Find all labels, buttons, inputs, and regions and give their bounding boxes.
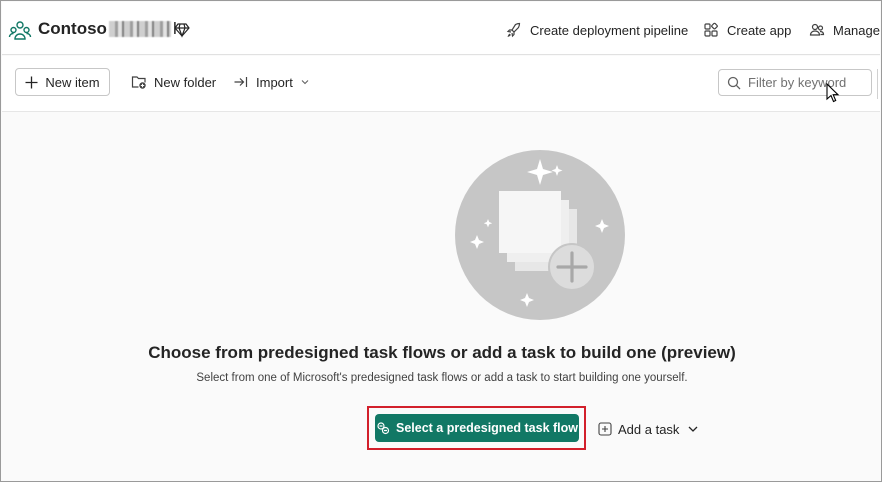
- add-circle-icon: [548, 243, 596, 291]
- select-predesigned-task-flow-label: Select a predesigned task flow: [395, 421, 578, 435]
- app-window: Contoso l Create deployment pipeline Cre…: [0, 0, 882, 482]
- create-app-button[interactable]: Create app: [703, 22, 791, 38]
- manage-access-button[interactable]: Manage: [809, 22, 880, 38]
- create-deployment-pipeline-label: Create deployment pipeline: [530, 22, 689, 38]
- workspace-header: Contoso l Create deployment pipeline Cre…: [2, 2, 880, 55]
- rocket-icon: [506, 22, 521, 38]
- new-item-button[interactable]: New item: [15, 68, 110, 96]
- empty-state-title: Choose from predesigned task flows or ad…: [148, 343, 736, 362]
- search-icon: [727, 76, 741, 89]
- import-label: Import: [256, 74, 293, 90]
- chevron-down-icon: [301, 80, 309, 85]
- add-task-dropdown[interactable]: Add a task: [598, 419, 699, 439]
- task-flow-illustration: [455, 150, 625, 320]
- new-folder-label: New folder: [154, 74, 217, 90]
- app-grid-icon: [704, 22, 718, 37]
- folder-add-icon: [131, 76, 146, 89]
- redacted-name-blur: [108, 21, 171, 37]
- workspace-name: Contoso: [38, 19, 107, 38]
- empty-state-description: Select from one of Microsoft's predesign…: [196, 372, 688, 384]
- plus-icon: [25, 76, 38, 88]
- add-task-label: Add a task: [618, 421, 680, 437]
- manage-access-label: Manage: [833, 22, 880, 38]
- task-flow-icon: [377, 422, 390, 435]
- workspace-title[interactable]: Contoso l: [38, 19, 177, 39]
- workspace-toolbar: New item New folder Import: [2, 56, 880, 112]
- people-icon: [809, 23, 825, 36]
- add-square-icon: [598, 422, 612, 436]
- filter-input[interactable]: [748, 75, 866, 90]
- import-dropdown[interactable]: Import: [233, 68, 310, 96]
- new-folder-button[interactable]: New folder: [131, 68, 216, 96]
- filter-search-box[interactable]: [718, 69, 872, 96]
- premium-diamond-icon: [174, 23, 190, 38]
- mouse-cursor-icon: [826, 83, 840, 103]
- chevron-down-icon: [688, 426, 698, 432]
- select-predesigned-task-flow-button[interactable]: Select a predesigned task flow: [375, 414, 579, 442]
- workspace-people-icon: [8, 21, 32, 40]
- create-deployment-pipeline-button[interactable]: Create deployment pipeline: [506, 22, 688, 38]
- new-item-label: New item: [45, 74, 100, 90]
- import-arrow-icon: [234, 77, 248, 87]
- panel-divider: [877, 69, 878, 99]
- create-app-label: Create app: [727, 22, 792, 38]
